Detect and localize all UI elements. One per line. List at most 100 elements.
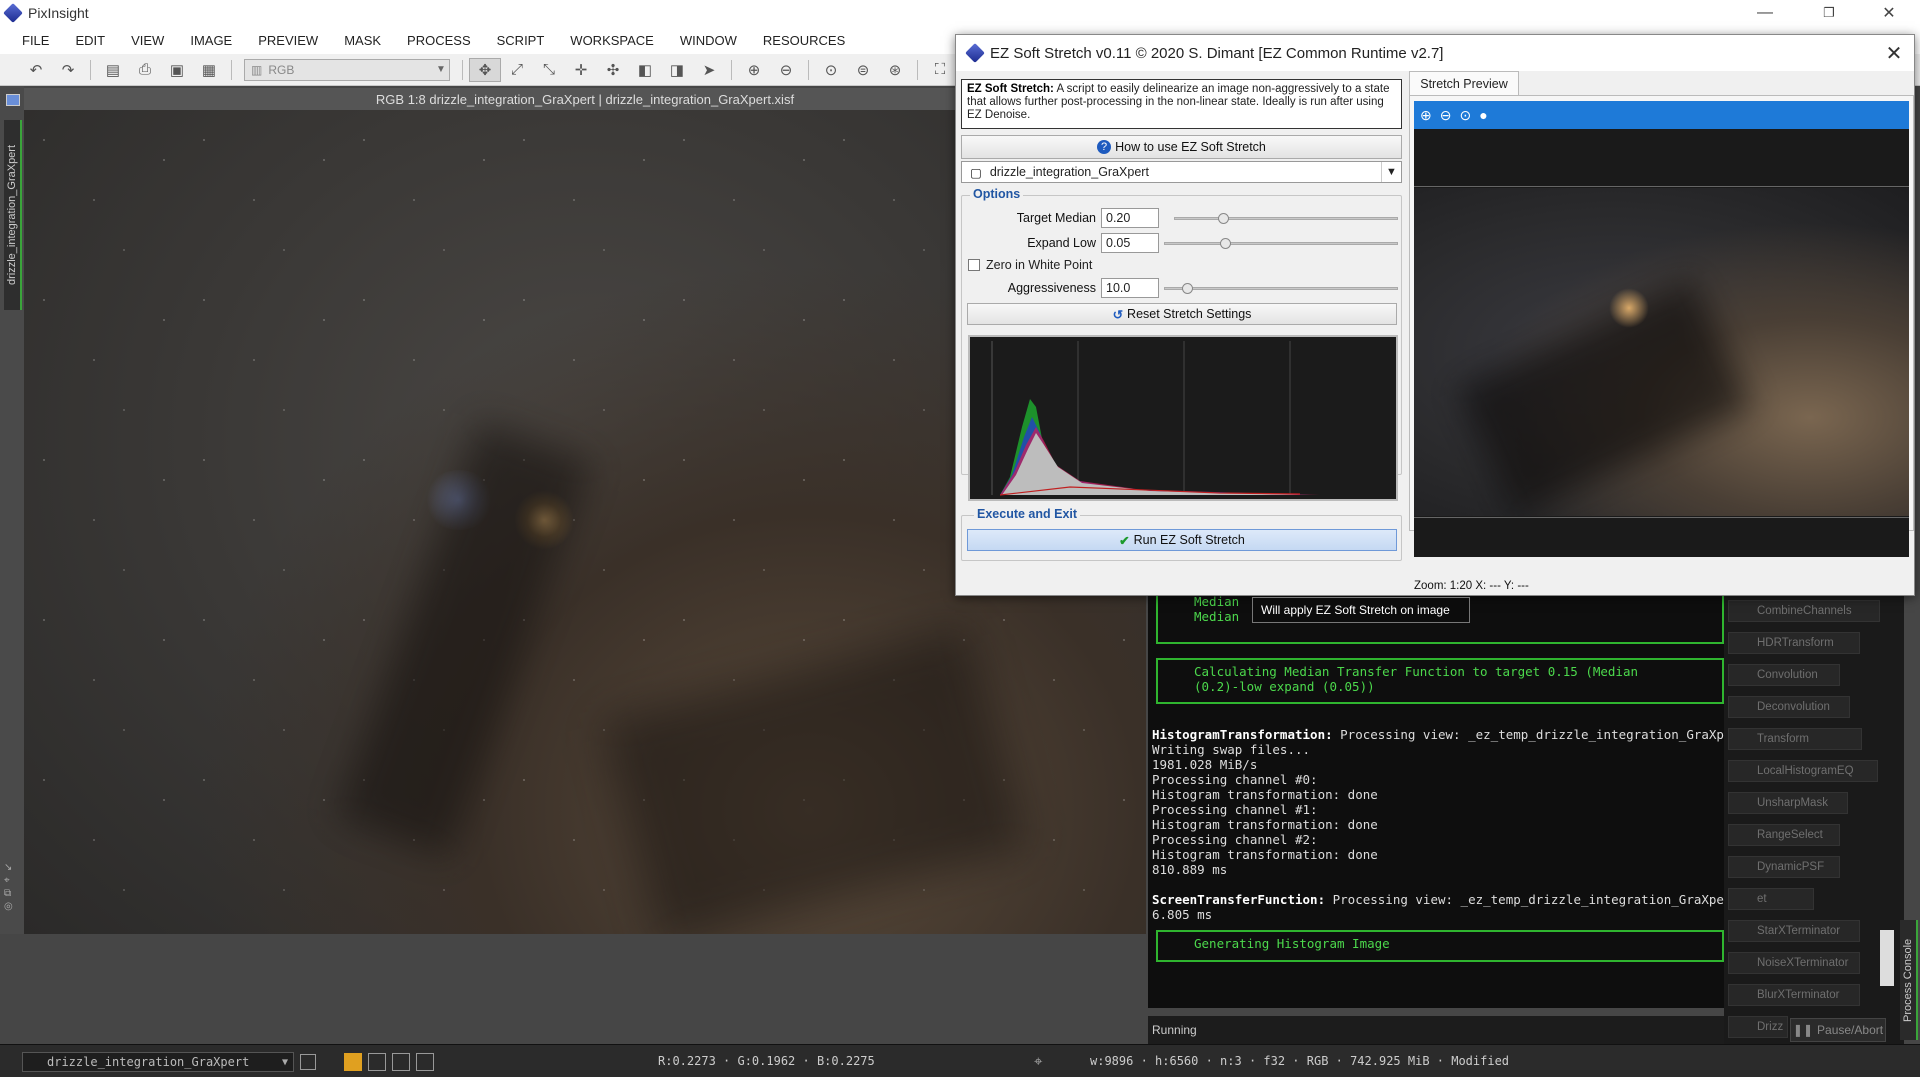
console-line: 810.889 ms [1152,862,1228,877]
menu-process[interactable]: PROCESS [397,33,487,48]
redo-icon[interactable]: ↷ [52,58,84,82]
console-line: Calculating Median Transfer Function to … [1194,664,1639,679]
menu-file[interactable]: FILE [12,33,65,48]
process-item[interactable]: Drizz [1728,1016,1788,1038]
target-view-value: drizzle_integration_GraXpert [989,165,1149,179]
edit-preview-icon[interactable]: ◨ [661,58,693,82]
console-text: Processing view: _ez_temp_drizzle_integr… [1325,892,1740,907]
aggressiveness-label: Aggressiveness [1007,281,1096,295]
image-side-tab[interactable]: drizzle_integration_GraXpert [4,120,22,310]
slider-knob[interactable] [1219,238,1231,249]
process-item[interactable]: Convolution [1728,664,1840,686]
menu-script[interactable]: SCRIPT [487,33,561,48]
menu-window[interactable]: WINDOW [670,33,753,48]
shrink-icon[interactable]: ↘ [4,862,20,873]
window-icon[interactable] [6,94,20,106]
process-console-tab[interactable]: Process Console [1900,920,1918,1040]
toolbar-separator [808,59,809,80]
dialog-close-icon[interactable]: ✕ [1876,35,1912,71]
expand-low-input[interactable]: 0.05 [1101,233,1159,253]
target-view-select[interactable]: ▢ drizzle_integration_GraXpert ▼ [961,161,1402,183]
process-item[interactable]: CombineChannels [1728,600,1880,622]
pixinsight-logo-icon [3,3,23,23]
menu-resources[interactable]: RESOURCES [753,33,861,48]
channel-mode-icon[interactable] [368,1053,386,1071]
target-icon[interactable]: ◎ [4,901,20,912]
status-view-select[interactable]: drizzle_integration_GraXpert ▼ [22,1052,294,1072]
process-item[interactable]: NoiseXTerminator [1728,952,1860,974]
preview-mode-icon[interactable]: ◧ [629,58,661,82]
process-item[interactable]: et [1728,888,1814,910]
mask-mode-icon[interactable] [344,1053,362,1071]
menu-preview[interactable]: PREVIEW [248,33,334,48]
move-icon[interactable]: ✣ [597,58,629,82]
menu-edit[interactable]: EDIT [65,33,121,48]
console-box: Calculating Median Transfer Function to … [1156,658,1724,704]
console-line: Generating Histogram Image [1194,936,1390,951]
clone-icon[interactable]: ⧉ [4,888,20,899]
menu-workspace[interactable]: WORKSPACE [560,33,670,48]
target-median-slider[interactable] [1174,217,1398,220]
fullscreen-icon[interactable]: ⛶ [924,58,956,82]
console-scrollbar[interactable] [1880,930,1894,986]
zero-white-checkbox[interactable] [968,259,980,271]
zoom-actual-icon[interactable]: ● [1479,107,1487,123]
description-title: EZ Soft Stretch: [967,83,1054,95]
zoom-fit-icon[interactable]: ⤢ [501,58,533,82]
process-item[interactable]: BlurXTerminator [1728,984,1860,1006]
zoom-quarter-icon[interactable]: ⊛ [879,58,911,82]
channel-mode-icon[interactable] [416,1053,434,1071]
process-item[interactable]: RangeSelect [1728,824,1840,846]
pause-abort-button[interactable]: ❚❚ Pause/Abort [1790,1018,1886,1042]
zoom-fill-icon[interactable]: ⤡ [533,58,565,82]
zoom-in-icon[interactable]: ⊕ [1420,107,1432,124]
menu-view[interactable]: VIEW [121,33,180,48]
print-icon[interactable]: ⎙ [129,58,161,82]
how-to-button[interactable]: ? How to use EZ Soft Stretch [961,135,1402,159]
process-item[interactable]: Deconvolution [1728,696,1850,718]
select-arrow-icon[interactable]: ➤ [693,58,725,82]
zoom-fit-icon[interactable]: ⊙ [1459,107,1471,124]
close-icon[interactable]: ✕ [1866,0,1912,26]
aggressiveness-input[interactable]: 10.0 [1101,278,1159,298]
save-icon[interactable]: ▣ [161,58,193,82]
process-item[interactable]: Transform [1728,728,1862,750]
readout-icon[interactable]: ✛ [565,58,597,82]
target-median-input[interactable]: 0.20 [1101,208,1159,228]
pixinsight-logo-icon [965,43,985,63]
tooltip: Will apply EZ Soft Stretch on image [1252,597,1470,623]
zoom-in-icon[interactable]: ⊕ [738,58,770,82]
preview-image[interactable] [1414,188,1909,516]
status-view-value: drizzle_integration_GraXpert [47,1055,250,1069]
process-item[interactable]: DynamicPSF [1728,856,1840,878]
save-as-icon[interactable]: ▦ [193,58,225,82]
zoom-actual-icon[interactable]: ⊙ [815,58,847,82]
script-description: EZ Soft Stretch: A script to easily deli… [961,79,1402,129]
undo-icon[interactable]: ↶ [20,58,52,82]
view-list-icon[interactable] [300,1054,316,1070]
new-image-icon[interactable]: ▤ [97,58,129,82]
channel-mode-icon[interactable] [392,1053,410,1071]
expand-low-slider[interactable] [1164,242,1398,245]
menu-mask[interactable]: MASK [334,33,397,48]
options-title: Options [970,187,1024,201]
process-item[interactable]: StarXTerminator [1728,920,1860,942]
console-bold: HistogramTransformation: [1152,727,1333,742]
aggressiveness-slider[interactable] [1164,287,1398,290]
pause-icon: ❚❚ [1792,1023,1814,1037]
minimize-icon[interactable]: — [1742,0,1788,26]
color-space-select[interactable]: ▥ RGB ▼ [244,58,450,81]
menu-image[interactable]: IMAGE [180,33,248,48]
zoom-out-icon[interactable]: ⊖ [770,58,802,82]
process-item[interactable]: LocalHistogramEQ [1728,760,1878,782]
reset-stretch-button[interactable]: ↺ Reset Stretch Settings [967,303,1397,325]
stretch-preview-tab[interactable]: Stretch Preview [1409,71,1519,95]
restore-icon[interactable]: ❐ [1806,0,1852,26]
pan-mode-icon[interactable]: ✥ [469,57,501,82]
run-ez-soft-stretch-button[interactable]: ✔ Run EZ Soft Stretch [967,529,1397,551]
process-item[interactable]: HDRTransform [1728,632,1860,654]
process-item[interactable]: UnsharpMask [1728,792,1848,814]
zoom-half-icon[interactable]: ⊜ [847,58,879,82]
crosshair-icon[interactable]: ⌖ [4,875,20,886]
zoom-out-icon[interactable]: ⊖ [1440,107,1452,124]
